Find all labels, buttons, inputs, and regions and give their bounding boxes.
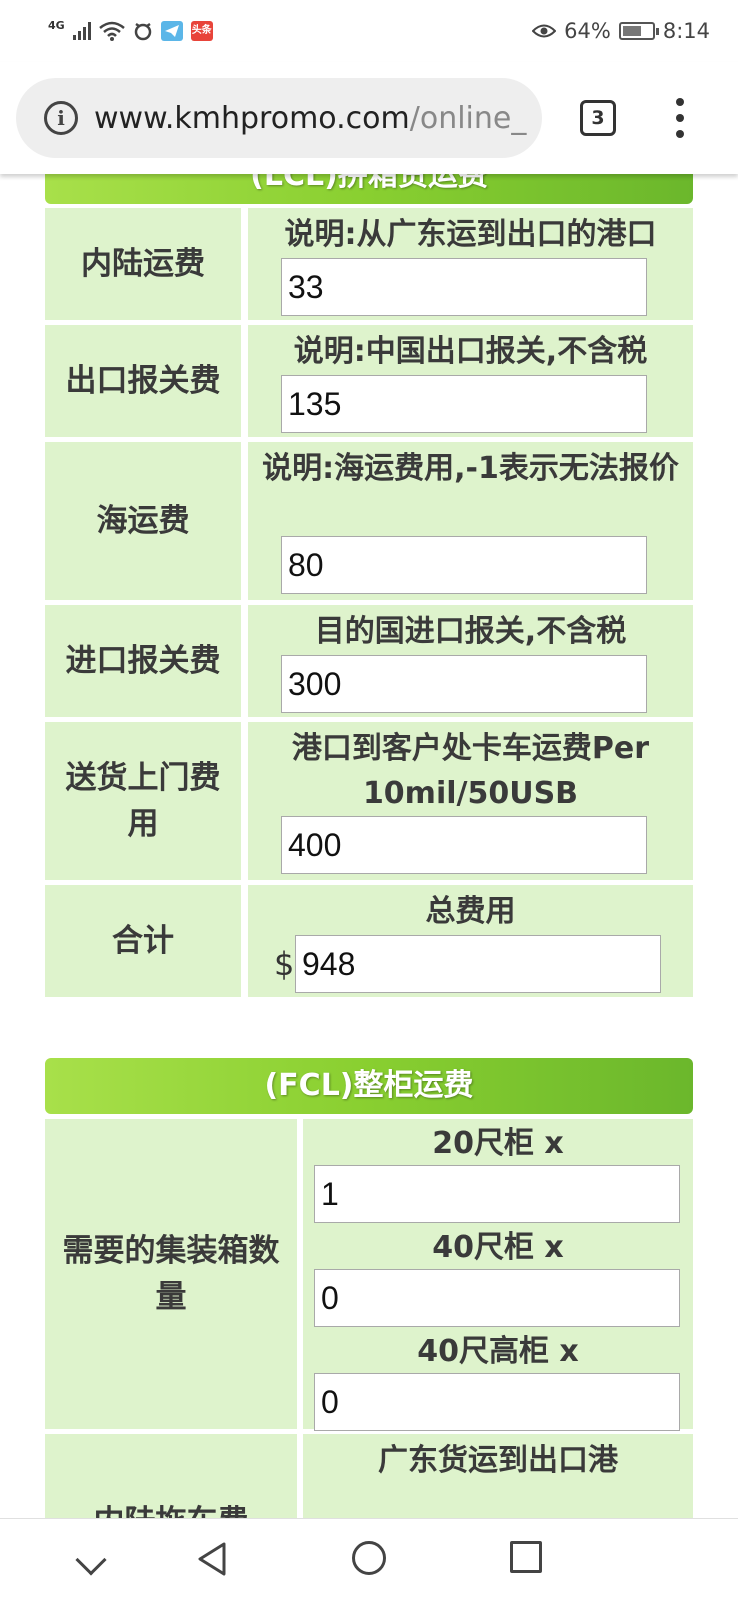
wifi-icon — [98, 21, 125, 41]
battery-percent: 64% — [564, 19, 611, 43]
status-bar: 4G 头条 64% 8:14 — [0, 0, 738, 62]
lcl-label-ocean: 海运费 — [45, 442, 241, 600]
lcl-desc-inland: 说明:从广东运到出口的港口 — [284, 217, 657, 252]
fcl-label-inland-trailer: 内陆拖车费 — [45, 1434, 297, 1518]
recent-apps-icon[interactable] — [510, 1541, 542, 1573]
tab-switcher-button[interactable]: 3 — [580, 100, 616, 136]
container-40ft-input[interactable]: 0 — [314, 1269, 680, 1327]
lcl-desc-export-customs: 说明:中国出口报关,不含税 — [293, 334, 648, 369]
delivery-fee-input[interactable]: 400 — [281, 816, 647, 874]
export-customs-input[interactable]: 135 — [281, 375, 647, 433]
toutiao-app-icon: 头条 — [190, 21, 213, 41]
signal-icon — [72, 22, 91, 40]
lcl-desc-import-customs: 目的国进口报关,不含税 — [314, 614, 627, 649]
lcl-field-total: 总费用 $ 948 — [248, 885, 693, 997]
lcl-label-delivery: 送货上门费用 — [45, 722, 241, 880]
lcl-field-inland: 说明:从广东运到出口的港口 33 — [248, 208, 693, 320]
import-customs-input[interactable]: 300 — [281, 655, 647, 713]
status-right: 64% 8:14 — [532, 19, 710, 43]
lcl-field-import-customs: 目的国进口报关,不含税 300 — [248, 605, 693, 717]
clock: 8:14 — [662, 19, 710, 43]
fcl-label-containers: 需要的集装箱数量 — [45, 1119, 297, 1429]
url-text[interactable]: www.kmhpromo.com/online_ — [94, 101, 526, 136]
collapse-nav-icon[interactable] — [75, 1544, 107, 1576]
fcl-field-containers: 20尺柜 x 1 40尺柜 x 0 40尺高柜 x 0 — [303, 1119, 693, 1431]
container-40ft-label: 40尺柜 x — [432, 1230, 564, 1265]
container-20ft-label: 20尺柜 x — [432, 1126, 564, 1161]
system-nav-bar — [0, 1518, 738, 1600]
telegram-icon — [160, 21, 183, 41]
address-bar[interactable]: i www.kmhpromo.com/online_ — [16, 78, 542, 158]
battery-icon — [618, 22, 659, 40]
url-domain: www.kmhpromo.com — [94, 100, 410, 136]
eye-comfort-icon — [532, 24, 557, 38]
lcl-field-export-customs: 说明:中国出口报关,不含税 135 — [248, 325, 693, 437]
app-badge-label: 头条 — [191, 25, 212, 36]
network-type: 4G — [48, 18, 65, 32]
container-40ft-hc-input[interactable]: 0 — [314, 1373, 680, 1431]
alarm-icon — [134, 22, 151, 41]
home-icon[interactable] — [352, 1541, 386, 1575]
fcl-desc-inland-trailer: 广东货运到出口港 — [378, 1443, 618, 1478]
lcl-field-delivery: 港口到客户处卡车运费Per 10mil/50USB 400 — [248, 722, 693, 880]
browser-toolbar: i www.kmhpromo.com/online_ 3 — [0, 62, 738, 174]
inland-freight-input[interactable]: 33 — [281, 258, 647, 316]
lcl-field-ocean: 说明:海运费用,-1表示无法报价 80 — [248, 442, 693, 600]
total-cost-input[interactable]: 948 — [295, 935, 661, 993]
overflow-menu-icon[interactable] — [674, 98, 686, 138]
container-20ft-input[interactable]: 1 — [314, 1165, 680, 1223]
currency-symbol: $ — [274, 945, 295, 983]
container-40ft-hc-label: 40尺高柜 x — [417, 1334, 579, 1369]
status-left: 4G 头条 — [48, 18, 213, 41]
fcl-field-inland-trailer: 广东货运到出口港 — [303, 1434, 693, 1518]
lcl-desc-delivery: 港口到客户处卡车运费Per 10mil/50USB — [291, 731, 650, 811]
info-icon[interactable]: i — [44, 101, 78, 135]
lcl-label-export-customs: 出口报关费 — [45, 325, 241, 437]
ocean-freight-input[interactable]: 80 — [281, 536, 647, 594]
lcl-label-import-customs: 进口报关费 — [45, 605, 241, 717]
lcl-label-total: 合计 — [45, 885, 241, 997]
url-path: /online_ — [409, 100, 527, 136]
lcl-desc-total: 总费用 — [425, 894, 516, 929]
page-content: (LCL)拼箱货运费 内陆运费 说明:从广东运到出口的港口 33 出口报关费 说… — [0, 174, 738, 1518]
back-icon[interactable] — [196, 1541, 228, 1577]
lcl-desc-ocean: 说明:海运费用,-1表示无法报价 — [262, 451, 679, 486]
lcl-section-header: (LCL)拼箱货运费 — [45, 174, 693, 204]
fcl-inland-trailer-text: 内陆拖车费 — [94, 1499, 249, 1518]
tab-count: 3 — [591, 107, 605, 129]
lcl-label-inland: 内陆运费 — [45, 208, 241, 320]
fcl-section-header: (FCL)整柜运费 — [45, 1058, 693, 1114]
